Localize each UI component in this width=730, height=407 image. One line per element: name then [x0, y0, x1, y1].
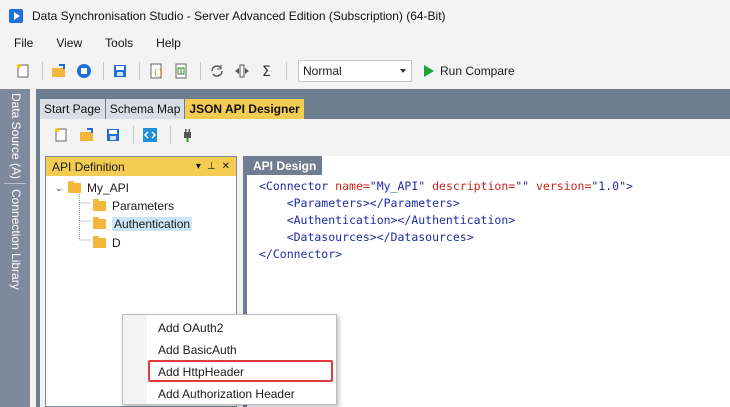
menu-tools[interactable]: Tools — [91, 36, 142, 50]
svg-text:{}: {} — [153, 68, 163, 77]
toolbar-separator — [133, 126, 134, 144]
highlight-outline — [148, 360, 333, 382]
refresh-icon[interactable] — [206, 60, 228, 82]
sum-icon[interactable]: Σ — [256, 60, 278, 82]
save-icon[interactable] — [109, 60, 131, 82]
document-code-icon[interactable]: {} — [145, 60, 167, 82]
code-token: "My_API" — [369, 179, 433, 193]
tree-node-root[interactable]: ⌄ My_API — [55, 180, 129, 196]
open-folder-icon[interactable] — [48, 60, 70, 82]
context-menu-gutter — [123, 315, 147, 404]
panel-menu-icon[interactable]: ▾ — [196, 161, 201, 172]
api-definition-header: API Definition ▾ ⊥ ✕ — [46, 157, 236, 176]
folder-icon — [93, 217, 106, 229]
code-token: description= — [432, 179, 516, 193]
toolbar-separator — [42, 62, 43, 80]
code-line: <Datasources></Datasources> — [259, 229, 633, 246]
menu-view[interactable]: View — [42, 36, 91, 50]
menu-item-add-oauth2[interactable]: Add OAuth2 — [158, 317, 223, 339]
tab-schema-map[interactable]: Schema Map — [105, 99, 185, 119]
code-token: <Datasources></Datasources> — [259, 230, 474, 244]
mode-select-value: Normal — [303, 64, 342, 78]
run-compare-button[interactable]: Run Compare — [424, 64, 515, 78]
code-line: </Connector> — [259, 246, 633, 263]
code-token: name= — [335, 179, 370, 193]
folder-icon — [93, 236, 106, 248]
code-token: "" — [515, 179, 536, 193]
code-token: </Connector> — [259, 247, 343, 261]
tree-node-datasources[interactable]: D — [93, 235, 121, 251]
mode-select[interactable]: Normal — [298, 60, 412, 82]
title-bar: Data Synchronisation Studio - Server Adv… — [0, 0, 730, 32]
code-token: version= — [535, 179, 592, 193]
stop-icon[interactable] — [73, 60, 95, 82]
code-token: <Authentication></Authentication> — [259, 213, 516, 227]
code-token: "1.0" — [591, 179, 626, 193]
menu-help[interactable]: Help — [142, 36, 190, 50]
document-grid-icon[interactable] — [170, 60, 192, 82]
app-icon — [9, 9, 23, 23]
chevron-down-icon[interactable]: ⌄ — [55, 183, 64, 194]
new-file-icon[interactable] — [50, 124, 72, 146]
context-menu: Add OAuth2 Add BasicAuth Add HttpHeader … — [122, 314, 337, 405]
code-line: <Parameters></Parameters> — [259, 195, 633, 212]
tree-node-label: D — [112, 236, 121, 250]
menu-item-add-basicauth[interactable]: Add BasicAuth — [158, 339, 237, 361]
side-tab-divider — [4, 183, 26, 184]
split-icon[interactable] — [231, 60, 253, 82]
folder-icon — [68, 181, 81, 193]
window-title: Data Synchronisation Studio - Server Adv… — [32, 9, 446, 23]
side-tab-data-source[interactable]: Data Source (A) — [9, 93, 23, 179]
save-icon[interactable] — [102, 124, 124, 146]
toolbar-separator — [200, 62, 201, 80]
new-file-icon[interactable] — [12, 60, 34, 82]
api-definition-title: API Definition — [52, 159, 125, 174]
toolbar-separator — [103, 62, 104, 80]
tab-start-page[interactable]: Start Page — [40, 99, 105, 119]
chevron-down-icon — [400, 69, 406, 73]
menu-bar: File View Tools Help — [0, 32, 730, 54]
open-folder-icon[interactable] — [76, 124, 98, 146]
tree-node-label: My_API — [87, 181, 130, 195]
toolbar-separator — [139, 62, 140, 80]
toolbar-separator — [170, 126, 171, 144]
play-icon — [424, 65, 434, 77]
tree-node-authentication[interactable]: Authentication — [93, 216, 193, 232]
code-line: <Authentication></Authentication> — [259, 212, 633, 229]
run-compare-label: Run Compare — [440, 64, 515, 78]
code-line: <Connector name="My_API" description="" … — [259, 178, 633, 195]
svg-text:Σ: Σ — [262, 64, 271, 79]
menu-file[interactable]: File — [0, 36, 42, 50]
designer-toolbar — [50, 124, 202, 146]
xml-code-editor[interactable]: <Connector name="My_API" description="" … — [259, 178, 633, 263]
api-design-header: API Design — [247, 156, 323, 175]
code-token: > — [626, 179, 633, 193]
plugin-icon[interactable] — [176, 124, 198, 146]
side-tab-connection-library[interactable]: Connection Library — [9, 189, 23, 290]
tree-node-label: Parameters — [112, 199, 175, 213]
toolbar-separator — [286, 62, 287, 80]
folder-icon — [93, 199, 106, 211]
tree-node-parameters[interactable]: Parameters — [93, 198, 174, 214]
close-icon[interactable]: ✕ — [222, 161, 230, 172]
main-area: Data Source (A) Connection Library Start… — [0, 89, 730, 407]
menu-item-add-authorization-header[interactable]: Add Authorization Header — [158, 383, 295, 405]
code-view-icon[interactable] — [139, 124, 161, 146]
main-toolbar: {} Σ Normal Run Compare — [0, 57, 730, 85]
side-strip: Data Source (A) Connection Library — [0, 89, 30, 407]
tree-node-label: Authentication — [112, 217, 193, 231]
code-token: <Connector — [259, 179, 336, 193]
tree-connector-lines — [79, 186, 91, 241]
api-design-title: API Design — [253, 158, 317, 173]
pin-icon[interactable]: ⊥ — [207, 161, 216, 172]
code-token: <Parameters></Parameters> — [259, 196, 460, 210]
document-tabs: Start Page Schema Map JSON API Designer — [40, 99, 305, 119]
tab-json-api-designer[interactable]: JSON API Designer — [185, 99, 304, 119]
